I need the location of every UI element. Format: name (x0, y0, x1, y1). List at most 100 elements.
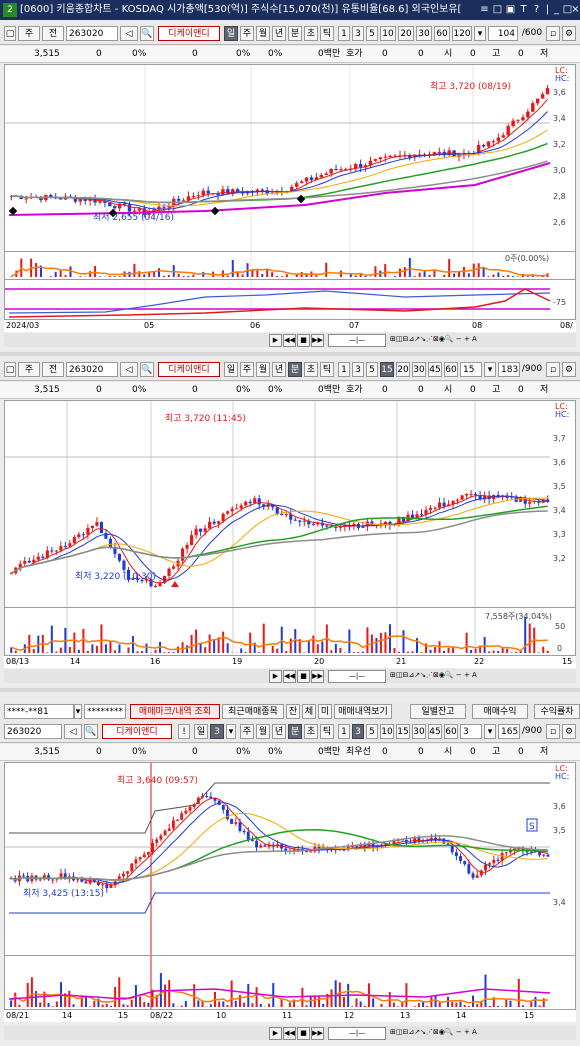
trade-mark-query-button[interactable]: 매매마크/내역 조회 (130, 704, 220, 719)
period-number[interactable]: 3 (210, 724, 224, 739)
scroll-left-icon[interactable]: ▶ (269, 670, 282, 683)
chart-tools[interactable]: ⊞◫⊟⊿↗↘⋰⊠◉🔍 − + A (390, 334, 558, 345)
period-day[interactable]: 일 (194, 724, 208, 739)
min-30[interactable]: 30 (416, 26, 432, 41)
min-10[interactable]: 10 (380, 26, 396, 41)
account-input[interactable]: ****-**81 (4, 704, 74, 719)
mode-select[interactable]: 주 (18, 26, 40, 41)
period-year[interactable]: 년 (272, 724, 286, 739)
min-3[interactable]: 3 (352, 26, 364, 41)
chart-tools[interactable]: ⊞◫⊟⊿↗↘⋰⊠◉🔍 − + A (390, 1027, 558, 1038)
reset-icon[interactable]: ▫ (546, 724, 560, 739)
count-input[interactable]: 104 (488, 26, 518, 41)
search-icon[interactable]: 🔍 (140, 26, 154, 41)
settings-icon[interactable]: ⚙ (562, 362, 576, 377)
sound-icon[interactable]: ◁ (64, 724, 82, 739)
restore-icon[interactable]: □ (491, 3, 504, 16)
period-tick[interactable]: 틱 (320, 362, 334, 377)
period-day[interactable]: 일 (224, 362, 238, 377)
min-30[interactable]: 30 (412, 724, 426, 739)
min-60[interactable]: 60 (434, 26, 450, 41)
return-rate-button[interactable]: 수익률차 (534, 704, 580, 719)
rewind-icon[interactable]: ◀◀ (283, 334, 296, 347)
trade-history-button[interactable]: 매매내역보기 (334, 704, 392, 719)
min-3[interactable]: 3 (352, 362, 364, 377)
stop-icon[interactable]: ■ (297, 670, 310, 683)
min-5[interactable]: 5 (366, 724, 378, 739)
period-day[interactable]: 일 (224, 26, 238, 41)
period-tick[interactable]: 틱 (320, 26, 334, 41)
minute-input[interactable]: 3 (460, 724, 482, 739)
lock-icon[interactable]: ▢ (4, 26, 16, 41)
minute-input[interactable]: 15 (460, 362, 482, 377)
min-30[interactable]: 30 (412, 362, 426, 377)
stock-code-input[interactable]: 263020 (66, 26, 118, 41)
trade-profit-button[interactable]: 매매수익 (472, 704, 528, 719)
min-60[interactable]: 60 (444, 362, 458, 377)
mode-select[interactable]: 주 (18, 362, 40, 377)
period-tick[interactable]: 틱 (320, 724, 334, 739)
zoom-slider[interactable]: —|— (328, 670, 386, 683)
stock-code-input[interactable]: 263020 (66, 362, 118, 377)
daily-balance-button[interactable]: 일별잔고 (410, 704, 466, 719)
unfilled-button[interactable]: 미 (318, 704, 332, 719)
layout-icon[interactable]: ▣ (504, 3, 517, 16)
panel3-scroll-nav[interactable]: ▶ ◀◀ ■ ▶▶ —|— ⊞◫⊟⊿↗↘⋰⊠◉🔍 − + A (4, 1026, 576, 1040)
forward-icon[interactable]: ▶▶ (311, 670, 324, 683)
scroll-left-icon[interactable]: ▶ (269, 1027, 282, 1040)
period-year[interactable]: 년 (272, 26, 286, 41)
settings-icon[interactable]: ⚙ (562, 724, 576, 739)
lock-icon[interactable]: ▢ (4, 362, 16, 377)
min-15[interactable]: 15 (380, 362, 394, 377)
stop-icon[interactable]: ■ (297, 1027, 310, 1040)
period-minute[interactable]: 분 (288, 362, 302, 377)
min-10[interactable]: 10 (380, 724, 394, 739)
period-week[interactable]: 주 (240, 724, 254, 739)
dropdown-icon[interactable]: ▾ (474, 26, 486, 41)
period-month[interactable]: 월 (256, 724, 270, 739)
close-button[interactable]: × (571, 3, 580, 16)
search-icon[interactable]: 🔍 (140, 362, 154, 377)
dropdown-icon[interactable]: ▾ (484, 724, 496, 739)
stock-code-input[interactable]: 263020 (4, 724, 62, 739)
balance-button[interactable]: 잔 (286, 704, 300, 719)
min-1[interactable]: 1 (338, 362, 350, 377)
scroll-left-icon[interactable]: ▶ (269, 334, 282, 347)
min-45[interactable]: 45 (428, 724, 442, 739)
min-120[interactable]: 120 (452, 26, 472, 41)
intraday-3min-chart[interactable]: 최고 3,640 (09:57) 최저 3,425 (13:15) S 3,6 3,5 3… (4, 762, 576, 1010)
reset-icon[interactable]: ▫ (546, 26, 560, 41)
filled-button[interactable]: 체 (302, 704, 316, 719)
alert-button[interactable]: ! (178, 724, 190, 739)
settings-icon[interactable]: ⚙ (562, 26, 576, 41)
period-second[interactable]: 초 (304, 362, 318, 377)
min-20[interactable]: 20 (398, 26, 414, 41)
dropdown-icon[interactable]: ▾ (226, 724, 236, 739)
count-input[interactable]: 165 (498, 724, 520, 739)
account-dropdown-icon[interactable]: ▾ (74, 704, 82, 719)
menu-icon[interactable]: ≡ (478, 3, 491, 16)
chart-tools[interactable]: ⊞◫⊟⊿↗↘⋰⊠◉🔍 − + A (390, 670, 558, 681)
period-minute[interactable]: 분 (288, 26, 302, 41)
dropdown-icon[interactable]: ▾ (484, 362, 496, 377)
sound-icon[interactable]: ◁ (120, 362, 138, 377)
min-1[interactable]: 1 (338, 724, 350, 739)
period-month[interactable]: 월 (256, 26, 270, 41)
market-select[interactable]: 전 (42, 362, 64, 377)
min-3[interactable]: 3 (352, 724, 364, 739)
period-year[interactable]: 년 (272, 362, 286, 377)
min-5[interactable]: 5 (366, 362, 378, 377)
panel1-scroll-nav[interactable]: ▶ ◀◀ ■ ▶▶ —|— ⊞◫⊟⊿↗↘⋰⊠◉🔍 − + A (4, 333, 576, 347)
daily-candle-chart[interactable]: 최고 3,720 (08/19) 최저 2,655 (04/16) 3,6 3,4 3,… (4, 64, 576, 320)
min-60[interactable]: 60 (444, 724, 458, 739)
min-45[interactable]: 45 (428, 362, 442, 377)
forward-icon[interactable]: ▶▶ (311, 1027, 324, 1040)
min-15[interactable]: 15 (396, 724, 410, 739)
forward-icon[interactable]: ▶▶ (311, 334, 324, 347)
period-second[interactable]: 초 (304, 724, 318, 739)
min-1[interactable]: 1 (338, 26, 350, 41)
count-input[interactable]: 183 (498, 362, 520, 377)
min-5[interactable]: 5 (366, 26, 378, 41)
period-second[interactable]: 초 (304, 26, 318, 41)
panel2-scroll-nav[interactable]: ▶ ◀◀ ■ ▶▶ —|— ⊞◫⊟⊿↗↘⋰⊠◉🔍 − + A (4, 669, 576, 683)
